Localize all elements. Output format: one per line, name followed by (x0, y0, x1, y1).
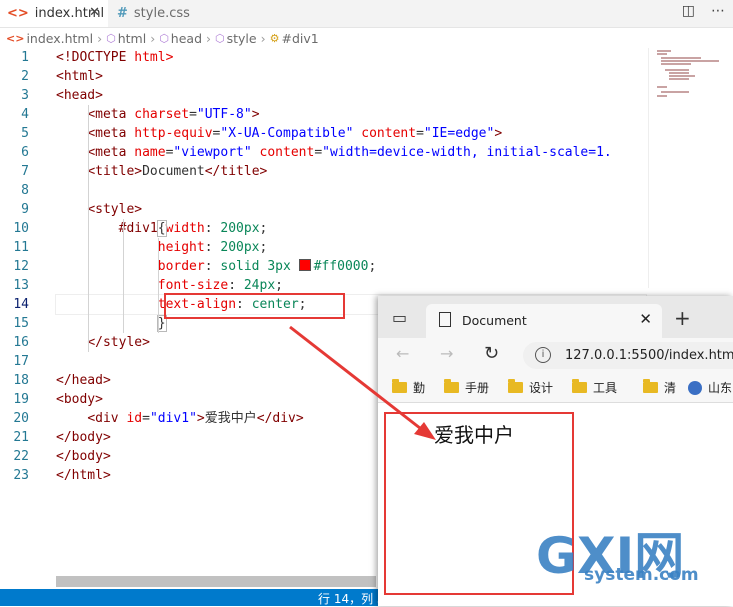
watermark-site: system.com (584, 565, 699, 585)
